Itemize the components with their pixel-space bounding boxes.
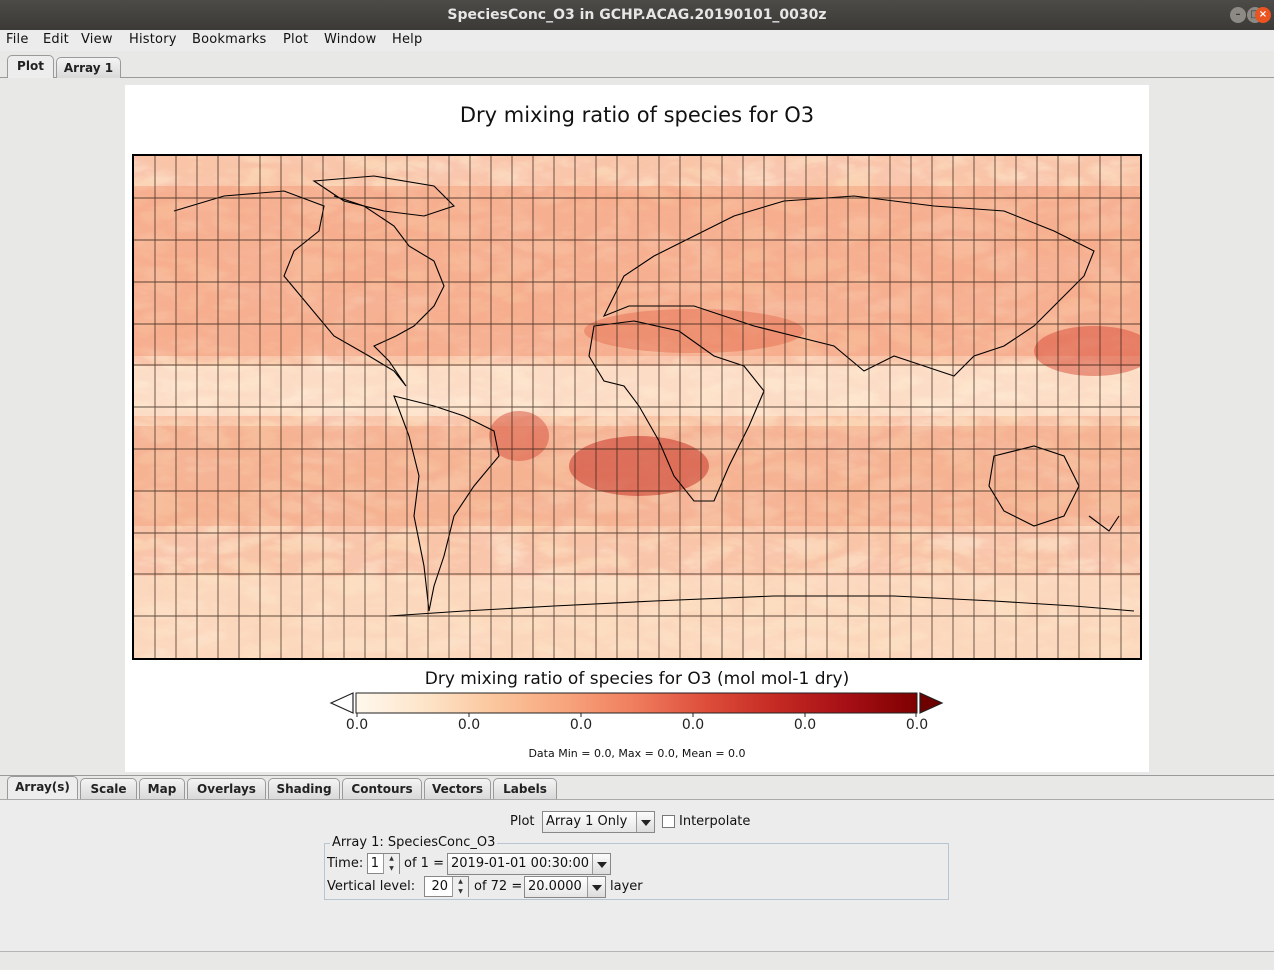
plot-mode-label: Plot	[510, 814, 535, 829]
plot-mode-select[interactable]: Array 1 Only	[542, 811, 655, 833]
menu-bar: File Edit View History Bookmarks Plot Wi…	[0, 30, 1274, 51]
time-index-value: 1	[370, 856, 379, 871]
menu-bookmarks[interactable]: Bookmarks	[192, 32, 266, 47]
colorbar-tick: 0.0	[681, 717, 705, 733]
tab-plot[interactable]: Plot	[7, 55, 54, 78]
plot-panel: Dry mixing ratio of species for O3 Dry m…	[125, 85, 1149, 772]
chevron-down-icon[interactable]	[592, 854, 610, 874]
minimize-icon[interactable]: –	[1230, 7, 1246, 23]
level-index-spinner[interactable]: 20 ▲ ▼	[424, 876, 469, 897]
tab-labels[interactable]: Labels	[493, 778, 557, 799]
colorbar-under-arrow	[329, 692, 354, 714]
southern-africa-ozone-hotspot	[569, 436, 709, 496]
spinner-up-icon[interactable]: ▲	[383, 854, 399, 864]
chevron-down-icon[interactable]	[587, 877, 605, 897]
vertical-level-label: Vertical level:	[327, 879, 416, 894]
spinner-down-icon[interactable]: ▼	[452, 887, 468, 897]
interpolate-checkbox[interactable]	[662, 815, 675, 828]
window-titlebar: SpeciesConc_O3 in GCHP.ACAG.20190101_003…	[0, 0, 1274, 30]
menu-view[interactable]: View	[81, 32, 113, 47]
colorbar-tick: 0.0	[905, 717, 929, 733]
spinner-up-icon[interactable]: ▲	[452, 877, 468, 887]
level-index-value: 20	[431, 879, 448, 894]
colorbar-tick: 0.0	[345, 717, 369, 733]
tab-scale[interactable]: Scale	[80, 778, 137, 799]
colorbar-tick: 0.0	[569, 717, 593, 733]
tab-overlays[interactable]: Overlays	[187, 778, 266, 799]
status-bar	[0, 951, 1274, 970]
time-of-label: of 1 =	[404, 856, 444, 871]
menu-help[interactable]: Help	[392, 32, 422, 47]
bottom-tab-row: Array(s) Scale Map Overlays Shading Cont…	[0, 776, 1274, 800]
time-value-select[interactable]: 2019-01-01 00:30:00	[447, 853, 611, 875]
colorbar-tick: 0.0	[457, 717, 481, 733]
menu-plot[interactable]: Plot	[283, 32, 308, 47]
level-of-label: of 72 =	[474, 879, 523, 894]
tab-arrays[interactable]: Array(s)	[7, 776, 78, 799]
menu-file[interactable]: File	[6, 32, 29, 47]
chevron-down-icon[interactable]	[636, 812, 654, 832]
plot-mode-value: Array 1 Only	[546, 814, 628, 829]
top-tab-row: Plot Array 1	[0, 54, 1274, 78]
colorbar-title: Dry mixing ratio of species for O3 (mol …	[424, 669, 850, 689]
colorbar-over-arrow	[919, 692, 944, 714]
colorbar	[329, 692, 944, 717]
menu-window[interactable]: Window	[324, 32, 376, 47]
map-svg	[134, 156, 1140, 658]
plot-title: Dry mixing ratio of species for O3	[459, 103, 815, 127]
time-value: 2019-01-01 00:30:00	[451, 856, 590, 871]
level-unit-label: layer	[610, 879, 643, 894]
level-value-select[interactable]: 20.0000	[524, 876, 606, 898]
level-value: 20.0000	[528, 879, 582, 894]
close-icon[interactable]: ×	[1255, 7, 1271, 23]
array-controls-panel: Plot Array 1 Only Interpolate Array 1: S…	[0, 799, 1274, 951]
window-title: SpeciesConc_O3 in GCHP.ACAG.20190101_003…	[447, 7, 827, 23]
tab-vectors[interactable]: Vectors	[424, 778, 491, 799]
time-index-spinner[interactable]: 1 ▲ ▼	[367, 853, 400, 874]
tab-map[interactable]: Map	[139, 778, 185, 799]
tab-contours[interactable]: Contours	[342, 778, 422, 799]
interpolate-label: Interpolate	[679, 814, 751, 829]
menu-history[interactable]: History	[129, 32, 177, 47]
tab-array-1[interactable]: Array 1	[56, 57, 121, 78]
spinner-down-icon[interactable]: ▼	[383, 864, 399, 874]
colorbar-gradient	[355, 692, 918, 714]
menu-edit[interactable]: Edit	[43, 32, 69, 47]
time-label: Time:	[327, 856, 364, 871]
data-stats: Data Min = 0.0, Max = 0.0, Mean = 0.0	[528, 747, 746, 760]
colorbar-tick: 0.0	[793, 717, 817, 733]
array-group-title: Array 1: SpeciesConc_O3	[330, 835, 498, 850]
world-map[interactable]	[132, 154, 1142, 660]
tab-shading[interactable]: Shading	[268, 778, 340, 799]
